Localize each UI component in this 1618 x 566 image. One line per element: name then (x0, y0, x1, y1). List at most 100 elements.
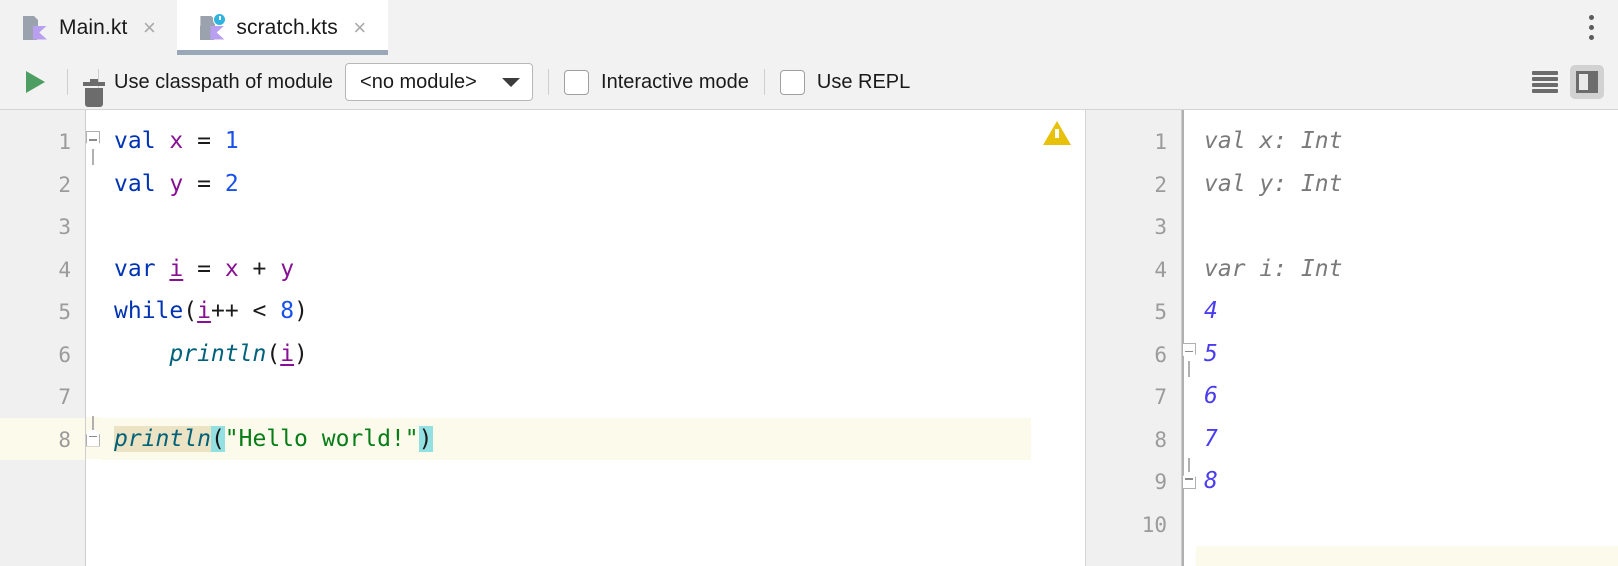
results-line-number: 9 (1154, 470, 1167, 494)
tab-close-icon[interactable]: × (349, 16, 371, 39)
fold-region-end-icon[interactable] (1182, 458, 1196, 490)
line-number: 1 (58, 130, 71, 154)
code-token: ( (183, 298, 198, 324)
result-value: 8 (1204, 468, 1218, 494)
tab-label: Main.kt (59, 15, 128, 39)
line-number: 3 (58, 215, 71, 239)
results-text-area: val x: Int val y: Int var i: Int 4 5 6 7 8 (1196, 110, 1618, 566)
code-token: val (114, 128, 156, 154)
results-vertical-rule (1182, 110, 1184, 566)
code-token: val (114, 170, 156, 197)
code-token: ) (294, 340, 308, 367)
code-token: 2 (224, 170, 239, 197)
result-type: var i: Int (1204, 255, 1343, 282)
code-line[interactable]: while(i++ < 8) (100, 290, 1031, 332)
results-line-number: 2 (1154, 172, 1167, 197)
editor-tab-bar: Main.kt × scratch.kts × (0, 0, 1618, 55)
code-token: i (280, 340, 295, 367)
code-token: y (280, 255, 295, 282)
results-line-number: 4 (1154, 257, 1167, 282)
code-line[interactable]: println("Hello world!") (100, 417, 1031, 460)
code-token: ) (294, 298, 308, 324)
code-token: println (114, 425, 211, 452)
line-number: 5 (58, 300, 71, 324)
code-line[interactable] (100, 375, 1031, 417)
code-token: y (169, 170, 184, 197)
result-type: val y: Int (1204, 170, 1343, 197)
code-line[interactable]: val x = 1 (100, 120, 1031, 162)
module-dropdown[interactable]: <no module> (345, 63, 534, 101)
results-line-number-gutter: 1 2 3 4 5 6 7 8 9 10 (1086, 110, 1182, 566)
code-token: ++ < (210, 298, 281, 324)
code-line[interactable]: val y = 2 (100, 163, 1031, 205)
kotlin-scratch-file-icon (199, 12, 227, 42)
code-line[interactable]: var i = x + y (100, 248, 1031, 290)
results-line-number: 1 (1154, 130, 1167, 154)
code-line[interactable]: println(i) (100, 333, 1031, 375)
chevron-down-icon (502, 77, 521, 87)
code-token: println (169, 340, 267, 367)
results-caret-strip (1196, 546, 1618, 566)
code-token: = (183, 128, 225, 154)
toolbar-divider (548, 69, 550, 95)
results-line-number: 5 (1154, 300, 1167, 324)
warning-triangle-icon[interactable] (1043, 121, 1071, 145)
line-number: 2 (58, 172, 71, 197)
code-token: x (169, 128, 184, 154)
code-editor-pane: 12345678 val x = 1 val y = 2 var i = x + y… (0, 110, 1085, 566)
fold-region-start-icon[interactable] (86, 131, 100, 165)
interactive-mode-checkbox[interactable]: Interactive mode (564, 69, 749, 95)
code-text-area[interactable]: val x = 1 val y = 2 var i = x + y while(i++… (100, 110, 1031, 566)
toggle-side-panel-icon[interactable] (1570, 65, 1604, 99)
editor-error-stripe[interactable] (1031, 110, 1085, 566)
code-token: 1 (224, 128, 239, 154)
use-repl-checkbox[interactable]: Use REPL (779, 69, 910, 95)
results-line-number: 6 (1154, 342, 1167, 367)
list-lines-icon[interactable] (1532, 71, 1558, 93)
result-value: 7 (1204, 425, 1218, 452)
caret-line-gutter-highlight (0, 417, 85, 460)
clock-badge-icon (213, 12, 227, 26)
line-number: 7 (58, 385, 71, 409)
line-number: 4 (58, 257, 71, 282)
result-value: 5 (1204, 340, 1218, 367)
results-fold-gutter[interactable] (1182, 110, 1196, 566)
results-line-number: 3 (1154, 215, 1167, 239)
code-token: x (224, 255, 239, 282)
results-line-number: 7 (1154, 385, 1167, 409)
classpath-label: Use classpath of module (114, 70, 334, 93)
editor-fold-gutter[interactable] (86, 110, 100, 566)
toolbar-right-group (1532, 65, 1604, 99)
code-line[interactable] (100, 205, 1031, 247)
editor-line-number-gutter[interactable]: 1 2 3 4 5 6 7 8 (0, 110, 86, 566)
code-token: ( (210, 425, 225, 452)
line-number: 8 (58, 427, 71, 452)
tab-label: scratch.kts (236, 15, 338, 39)
ide-window: Main.kt × scratch.kts × Use classpath of… (0, 0, 1618, 566)
toolbar-divider (763, 69, 765, 95)
editor-area: 12345678 val x = 1 val y = 2 var i = x + y… (0, 110, 1618, 566)
run-triangle-icon (25, 71, 45, 93)
more-options-kebab-icon[interactable] (1565, 0, 1618, 55)
result-type: val x: Int (1204, 128, 1343, 154)
results-line-number: 10 (1141, 512, 1167, 537)
code-token: i (197, 298, 211, 324)
code-token: + (238, 255, 281, 282)
result-value: 6 (1204, 383, 1218, 409)
code-token: = (183, 255, 225, 282)
kotlin-file-icon (22, 14, 48, 42)
run-button[interactable] (18, 65, 52, 99)
module-dropdown-value: <no module> (360, 70, 477, 93)
fold-region-end-icon[interactable] (86, 415, 100, 448)
tab-scratch-kts[interactable]: scratch.kts × (177, 0, 389, 55)
tab-main-kt[interactable]: Main.kt × (0, 0, 178, 55)
interactive-mode-label: Interactive mode (601, 70, 749, 93)
tab-close-icon[interactable]: × (138, 16, 160, 39)
checkbox-box (779, 69, 805, 95)
result-value: 4 (1204, 298, 1218, 324)
fold-region-start-icon[interactable] (1182, 342, 1196, 377)
